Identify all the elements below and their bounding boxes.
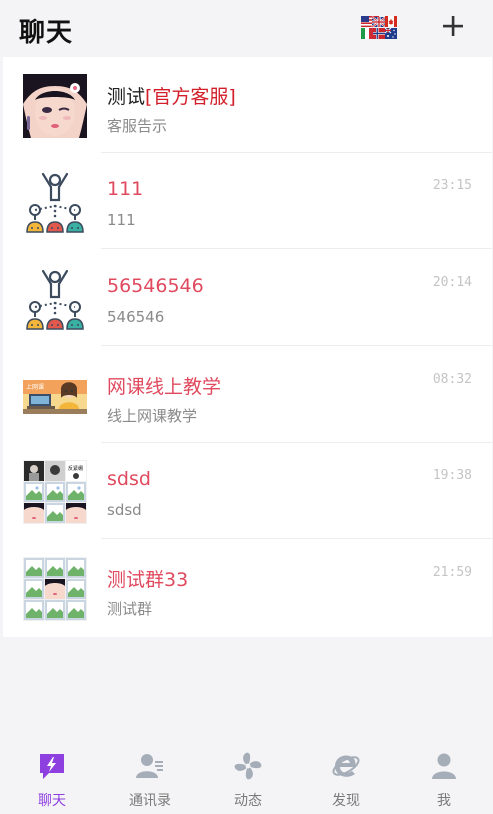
chat-item[interactable]: 反紧绷 sdsd sdsd 19:38: [3, 443, 492, 539]
group-people-icon: [23, 170, 87, 234]
chat-name: 测试群33: [107, 569, 189, 591]
chat-time: 23:15: [432, 178, 472, 193]
divider: [101, 345, 492, 346]
anime-girl-avatar: [23, 74, 87, 138]
tab-label: 动态: [234, 793, 262, 809]
chat-time: 21:59: [432, 565, 472, 580]
language-flags-icon[interactable]: [361, 16, 397, 39]
explorer-icon: [332, 755, 360, 777]
chat-time: 20:14: [432, 275, 472, 290]
chat-preview: 546546: [107, 308, 165, 326]
fan-icon: [234, 752, 262, 780]
chat-preview: 线上网课教学: [107, 407, 198, 425]
online-class-label: 上网课: [26, 383, 44, 391]
chat-item[interactable]: 测试群33 测试群 21:59: [3, 540, 492, 636]
chat-item-official-service[interactable]: 测试[官方客服] 客服告示: [3, 57, 492, 153]
chat-name: 111: [107, 178, 144, 200]
chat-preview: 测试群: [107, 600, 153, 618]
page-title: 聊天: [19, 18, 74, 48]
chat-name: 测试[官方客服]: [107, 82, 236, 109]
tab-me[interactable]: 我: [395, 737, 493, 814]
chat-item[interactable]: 56546546 546546 20:14: [3, 250, 492, 346]
plus-icon[interactable]: [441, 14, 465, 38]
contacts-icon: [136, 754, 163, 778]
chat-name-main: 测试: [107, 86, 146, 108]
header: 聊天: [0, 0, 493, 57]
online-class-avatar: 上网课: [23, 364, 87, 428]
chat-time: 08:32: [432, 372, 472, 387]
divider: [101, 248, 492, 249]
official-service-tag: [官方客服]: [145, 86, 236, 108]
bottom-tab-bar: 聊天 通讯录 动态 发现 我: [0, 737, 493, 814]
chat-preview: 客服告示: [107, 117, 168, 135]
chat-name: sdsd: [107, 468, 151, 490]
chat-item[interactable]: 上网课 网课线上教学 线上网课教学 08:32: [3, 347, 492, 443]
group-people-icon: [23, 267, 87, 331]
avatar-text: 反紧绷: [68, 465, 83, 472]
tab-contacts[interactable]: 通讯录: [101, 737, 199, 814]
group-grid-avatar: 反紧绷: [23, 460, 87, 524]
chat-time: 19:38: [432, 468, 472, 483]
chat-bolt-icon: [40, 754, 64, 779]
chat-item[interactable]: 111 111 23:15: [3, 153, 492, 249]
chat-list: 测试[官方客服] 客服告示 111 111 23:15 56546546 546…: [3, 57, 492, 637]
tab-label: 聊天: [38, 793, 66, 809]
chat-name: 网课线上教学: [107, 376, 222, 398]
person-icon: [432, 753, 456, 779]
tab-chat[interactable]: 聊天: [3, 737, 101, 814]
group-grid-avatar: [23, 557, 87, 621]
tab-discover[interactable]: 发现: [297, 737, 395, 814]
chat-preview: sdsd: [107, 501, 142, 519]
chat-name: 56546546: [107, 275, 204, 297]
tab-moments[interactable]: 动态: [199, 737, 297, 814]
chat-preview: 111: [107, 211, 136, 229]
tab-label: 我: [437, 793, 451, 809]
tab-label: 通讯录: [129, 793, 171, 809]
divider: [101, 538, 492, 539]
tab-label: 发现: [332, 793, 360, 809]
